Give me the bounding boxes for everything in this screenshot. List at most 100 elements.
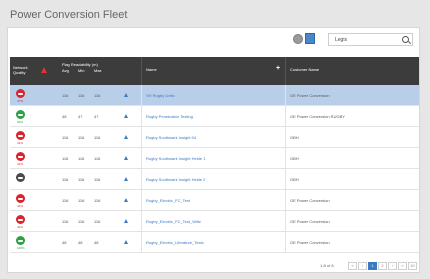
row-name-link[interactable]: SH Rugby Units: [146, 93, 174, 98]
pager-button[interactable]: ›: [388, 262, 397, 270]
quality-bad-icon: [16, 89, 25, 98]
pager-button[interactable]: 1: [368, 262, 377, 270]
table-row[interactable]: 47% 116 116 116 SH Rugby Units GE Power …: [10, 85, 419, 106]
row-name-link[interactable]: Rugby Southwark Insight 04: [146, 135, 196, 140]
table-row[interactable]: 41% 116 116 116 Rugby_Electric_FC_Test_W…: [10, 211, 419, 232]
flag-max-value: 116: [94, 177, 101, 182]
page-title: Power Conversion Fleet: [10, 9, 128, 21]
pager: 1-8 of 8 «‹ 1 2 ›» 10: [8, 259, 419, 273]
table-row[interactable]: 41% 116 116 116 Rugby Southwark Insight …: [10, 127, 419, 148]
flag-avg-value: 47: [78, 114, 83, 119]
upload-arrow-icon[interactable]: [124, 198, 128, 202]
flag-avg-value: 116: [78, 93, 85, 98]
quality-label: 41%: [17, 225, 24, 229]
pager-button[interactable]: ‹: [358, 262, 367, 270]
quality-neutral-icon: [16, 173, 25, 182]
flag-avg-value: 116: [78, 135, 85, 140]
table-row[interactable]: 100% 48 48 48 Rugby_Electric_Literature_…: [10, 232, 419, 253]
row-customer: GE Power Conversion: [290, 93, 330, 98]
search-box: [328, 33, 413, 46]
pager-button[interactable]: »: [398, 262, 407, 270]
flag-max-value: 116: [94, 156, 101, 161]
sort-name-icon[interactable]: +: [276, 65, 280, 72]
row-name-link[interactable]: Rugby_Electric_FC_Test: [146, 198, 190, 203]
row-customer: GBH: [290, 177, 299, 182]
flag-min-value: 116: [62, 198, 69, 203]
row-name-link[interactable]: Rugby_Electric_FC_Test_Wiltz: [146, 219, 201, 224]
flag-avg-value: 48: [78, 240, 83, 245]
row-customer: GE Power Conversion: [290, 219, 330, 224]
quality-bad-icon: [16, 152, 25, 161]
flag-max-value: 48: [94, 240, 99, 245]
header-name[interactable]: Name: [146, 67, 157, 72]
flag-avg-value: 116: [78, 219, 85, 224]
row-name-link[interactable]: Rugby Southwark Insight Heide 2: [146, 177, 205, 182]
quality-label: 100%: [17, 246, 25, 250]
header-flag-group: Flag Readability (m): [62, 62, 98, 67]
globe-icon[interactable]: [293, 34, 303, 44]
table-row[interactable]: 41% 116 116 116 Rugby_Electric_FC_Test G…: [10, 190, 419, 211]
flag-avg-value: 116: [78, 177, 85, 182]
row-name-link[interactable]: Rugby Penetration Testing: [146, 114, 193, 119]
pager-info: 1-8 of 8: [320, 263, 334, 268]
flag-min-value: 116: [62, 135, 69, 140]
upload-arrow-icon[interactable]: [124, 93, 128, 97]
row-customer: GBH: [290, 135, 299, 140]
flag-max-value: 116: [94, 219, 101, 224]
pager-button[interactable]: «: [348, 262, 357, 270]
row-customer: GE Power Conversion: [290, 240, 330, 245]
quality-bad-icon: [16, 131, 25, 140]
header-quality[interactable]: Network Quality: [13, 65, 35, 75]
flag-avg-value: 116: [78, 198, 85, 203]
header-customer[interactable]: Customer Name: [290, 67, 319, 72]
upload-arrow-icon[interactable]: [124, 135, 128, 139]
upload-arrow-icon[interactable]: [124, 240, 128, 244]
flag-min-value: 116: [62, 93, 69, 98]
flag-min-value: 48: [62, 114, 67, 119]
upload-arrow-icon[interactable]: [124, 114, 128, 118]
grid-body: 47% 116 116 116 SH Rugby Units GE Power …: [10, 85, 419, 253]
upload-arrow-icon[interactable]: [124, 156, 128, 160]
flag-max-value: 116: [94, 135, 101, 140]
pager-button[interactable]: 10: [408, 262, 417, 270]
warning-icon: [41, 67, 48, 74]
quality-bad-icon: [16, 215, 25, 224]
quality-label: 47%: [17, 99, 24, 103]
table-row[interactable]: 94% 48 47 47 Rugby Penetration Testing G…: [10, 106, 419, 127]
row-customer: GBH: [290, 156, 299, 161]
header-flag-max[interactable]: Max: [94, 68, 102, 73]
quality-good-icon: [16, 236, 25, 245]
flag-max-value: 116: [94, 198, 101, 203]
quality-label: 41%: [17, 204, 24, 208]
toolbar: [8, 28, 421, 54]
quality-label: 94%: [17, 120, 24, 124]
search-input[interactable]: [335, 35, 395, 45]
table-row[interactable]: 116 116 116 Rugby Southwark Insight Heid…: [10, 169, 419, 190]
header-flag-avg[interactable]: Min: [78, 68, 84, 73]
pager-button[interactable]: 2: [378, 262, 387, 270]
fleet-grid: Network Quality Flag Readability (m) Avg…: [10, 57, 419, 253]
map-icon[interactable]: [305, 33, 315, 44]
table-row[interactable]: 41% 116 116 116 Rugby Southwark Insight …: [10, 148, 419, 169]
quality-label: 41%: [17, 162, 24, 166]
flag-max-value: 47: [94, 114, 99, 119]
flag-min-value: 116: [62, 219, 69, 224]
row-name-link[interactable]: Rugby Southwark Insight Heide 1: [146, 156, 205, 161]
flag-min-value: 116: [62, 156, 69, 161]
flag-avg-value: 116: [78, 156, 85, 161]
row-name-link[interactable]: Rugby_Electric_Literature_Tests: [146, 240, 204, 245]
quality-bad-icon: [16, 194, 25, 203]
fleet-panel: Network Quality Flag Readability (m) Avg…: [7, 27, 420, 273]
row-customer: GE Power Conversion: [290, 198, 330, 203]
search-icon[interactable]: [402, 36, 409, 43]
flag-max-value: 116: [94, 93, 101, 98]
row-customer: GE Power Conversion RUGBY: [290, 114, 345, 119]
quality-good-icon: [16, 110, 25, 119]
upload-arrow-icon[interactable]: [124, 177, 128, 181]
quality-label: 41%: [17, 141, 24, 145]
upload-arrow-icon[interactable]: [124, 219, 128, 223]
header-flag-min[interactable]: Avg: [62, 68, 69, 73]
flag-min-value: 48: [62, 240, 67, 245]
flag-min-value: 116: [62, 177, 69, 182]
grid-header: Network Quality Flag Readability (m) Avg…: [10, 57, 419, 85]
